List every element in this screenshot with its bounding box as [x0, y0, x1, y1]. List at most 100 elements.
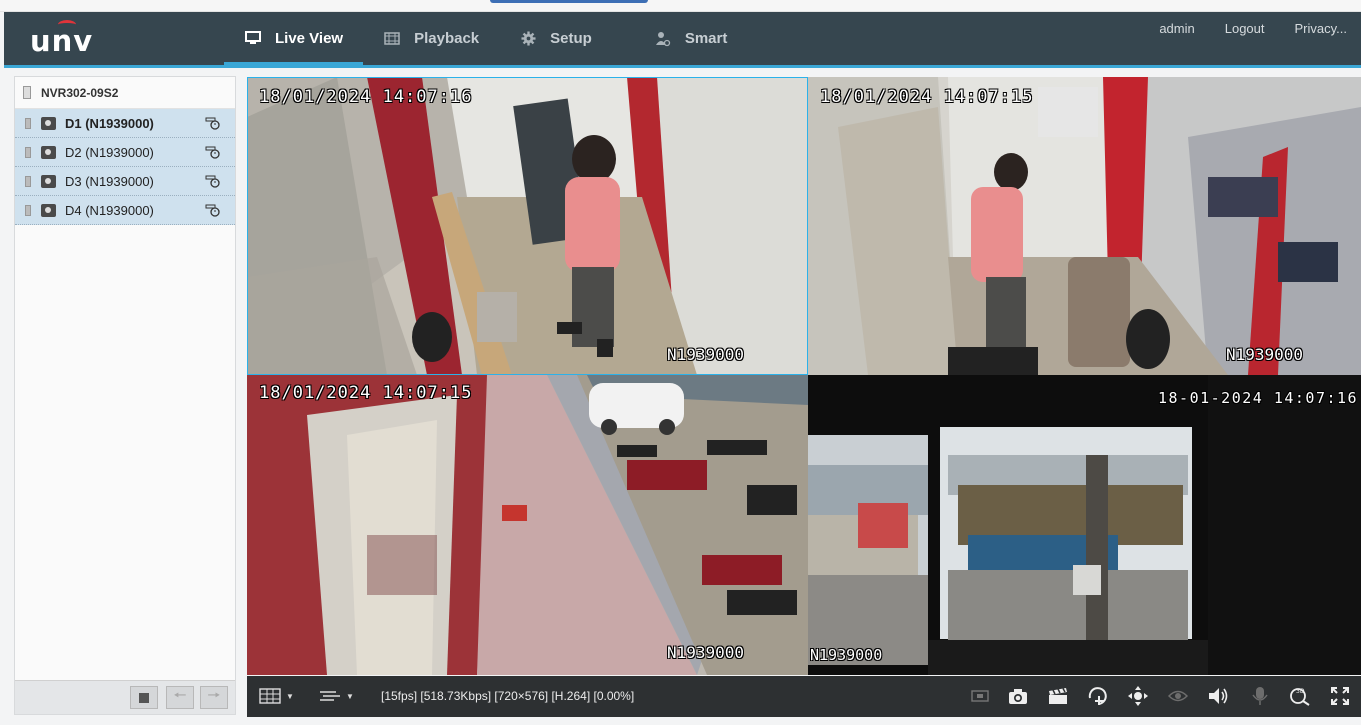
camera-item-d1[interactable]: D1 (N1939000)	[15, 109, 235, 138]
camera-feed-image	[808, 375, 1361, 675]
nav-setup-label: Setup	[550, 30, 592, 47]
screen-layout-dropdown[interactable]: ▼	[259, 686, 294, 706]
eye-icon	[1168, 690, 1188, 702]
video-tile-3[interactable]: 18/01/2024 14:07:15 N1939000	[247, 375, 808, 675]
ptz-icon	[1128, 686, 1148, 706]
stream-type-dropdown[interactable]: ▼	[319, 686, 354, 706]
video-tile-1[interactable]: 18/01/2024 14:07:16 N1939000	[247, 77, 808, 375]
osd-camera-name: N1939000	[667, 345, 745, 364]
status-icon	[25, 117, 31, 129]
osd-camera-name: N1939000	[810, 646, 883, 664]
snapshot-button[interactable]	[1007, 686, 1029, 706]
caret-down-icon: ▼	[346, 691, 354, 701]
logout-link[interactable]: Logout	[1225, 21, 1265, 36]
ptz-button[interactable]	[1127, 686, 1149, 706]
live-view-grid: 18/01/2024 14:07:16 N1939000 18/01/2024 …	[247, 77, 1361, 675]
local-record-button[interactable]	[1047, 686, 1069, 706]
browser-top-strip	[0, 0, 1361, 12]
privacy-link[interactable]: Privacy...	[1295, 21, 1348, 36]
record-schedule-icon[interactable]	[205, 116, 221, 133]
camera-item-d3[interactable]: D3 (N1939000)	[15, 167, 235, 196]
monitor-icon	[244, 31, 262, 47]
film-icon	[383, 31, 401, 47]
osd-timestamp: 18/01/2024 14:07:15	[820, 87, 1034, 107]
camera-feed-image	[247, 77, 808, 375]
nav-smart-label: Smart	[684, 30, 728, 47]
device-sidebar: NVR302-09S2 D1 (N1939000) D2 (N1939000) …	[14, 76, 236, 715]
record-schedule-icon[interactable]	[205, 145, 221, 162]
svg-text:3D: 3D	[1296, 688, 1305, 695]
grid-layout-icon	[259, 688, 281, 704]
camera-item-d4[interactable]: D4 (N1939000)	[15, 196, 235, 225]
fullscreen-button[interactable]	[1329, 686, 1351, 706]
nav-live-view-label: Live View	[275, 30, 344, 47]
osd-camera-name: N1939000	[1226, 345, 1304, 364]
header-accent-line	[4, 65, 1361, 68]
camera-snapshot-icon	[1009, 688, 1027, 704]
main-nav: Live View Playback Setup Smart	[224, 12, 747, 65]
alarm-output-icon	[971, 690, 989, 702]
camera-label: D3 (N1939000)	[65, 173, 154, 189]
clapper-icon	[1049, 687, 1067, 704]
camera-item-d2[interactable]: D2 (N1939000)	[15, 138, 235, 167]
osd-timestamp: 18-01-2024 14:07:16	[1158, 389, 1359, 407]
nav-smart[interactable]: Smart	[634, 12, 748, 65]
stop-all-button[interactable]	[130, 686, 158, 709]
user-link[interactable]: admin	[1159, 21, 1194, 36]
arrow-left-icon: 🠔	[173, 687, 187, 704]
brand-text: unv	[30, 24, 94, 58]
header-links: admin Logout Privacy...	[1159, 21, 1347, 36]
video-tile-4[interactable]: 18-01-2024 14:07:16 N1939000	[808, 375, 1361, 675]
alarm-output-button[interactable]	[969, 686, 991, 706]
osd-camera-name: N1939000	[667, 643, 745, 662]
device-node[interactable]: NVR302-09S2	[15, 77, 235, 109]
speaker-icon	[1209, 688, 1228, 704]
3d-zoom-icon: 3D	[1290, 688, 1310, 706]
gear-icon	[519, 31, 537, 47]
previous-page-button[interactable]: 🠔	[166, 686, 194, 709]
browser-tab-accent	[490, 0, 648, 3]
camera-feed-image	[247, 375, 808, 675]
nav-live-view[interactable]: Live View	[224, 12, 364, 65]
stop-icon	[139, 692, 149, 703]
osd-timestamp: 18/01/2024 14:07:16	[259, 87, 473, 107]
audio-button[interactable]	[1207, 686, 1229, 706]
sidebar-footer: 🠔 🠖	[15, 680, 235, 714]
osd-timestamp: 18/01/2024 14:07:15	[259, 383, 473, 403]
fullscreen-icon	[1331, 687, 1349, 705]
nvr-icon	[23, 86, 31, 99]
camera-icon	[41, 145, 56, 159]
brand-logo: unv	[30, 20, 94, 58]
camera-feed-image	[808, 77, 1361, 375]
record-schedule-icon[interactable]	[205, 203, 221, 220]
next-page-button[interactable]: 🠖	[200, 686, 228, 709]
microphone-icon	[1252, 687, 1268, 705]
camera-icon	[41, 203, 56, 217]
caret-down-icon: ▼	[286, 691, 294, 701]
nav-playback-label: Playback	[414, 30, 480, 47]
device-name: NVR302-09S2	[41, 85, 119, 100]
smart-person-icon	[654, 31, 672, 47]
3d-positioning-button[interactable]: 3D	[1289, 686, 1311, 706]
camera-label: D2 (N1939000)	[65, 144, 154, 160]
camera-icon	[41, 174, 56, 188]
nav-playback[interactable]: Playback	[363, 12, 499, 65]
video-tile-2[interactable]: 18/01/2024 14:07:15 N1939000	[808, 77, 1361, 375]
nav-setup[interactable]: Setup	[499, 12, 612, 65]
camera-label: D1 (N1939000)	[65, 115, 154, 131]
status-icon	[25, 204, 31, 216]
stream-status: [15fps] [518.73Kbps] [720×576] [H.264] […	[381, 689, 635, 703]
camera-icon	[41, 116, 56, 130]
status-icon	[25, 146, 31, 158]
arrow-right-icon: 🠖	[207, 687, 221, 704]
zoom-icon	[1088, 687, 1107, 705]
app-header: unv Live View Playback Setup Smart admin…	[4, 12, 1361, 68]
stream-icon	[320, 691, 340, 701]
fisheye-button[interactable]	[1167, 686, 1189, 706]
record-schedule-icon[interactable]	[205, 174, 221, 191]
two-way-audio-button[interactable]	[1249, 686, 1271, 706]
status-icon	[25, 175, 31, 187]
camera-label: D4 (N1939000)	[65, 202, 154, 218]
digital-zoom-button[interactable]	[1087, 686, 1109, 706]
live-view-toolbar: ▼ ▼ [15fps] [518.73Kbps] [720×576] [H.26…	[247, 676, 1361, 717]
